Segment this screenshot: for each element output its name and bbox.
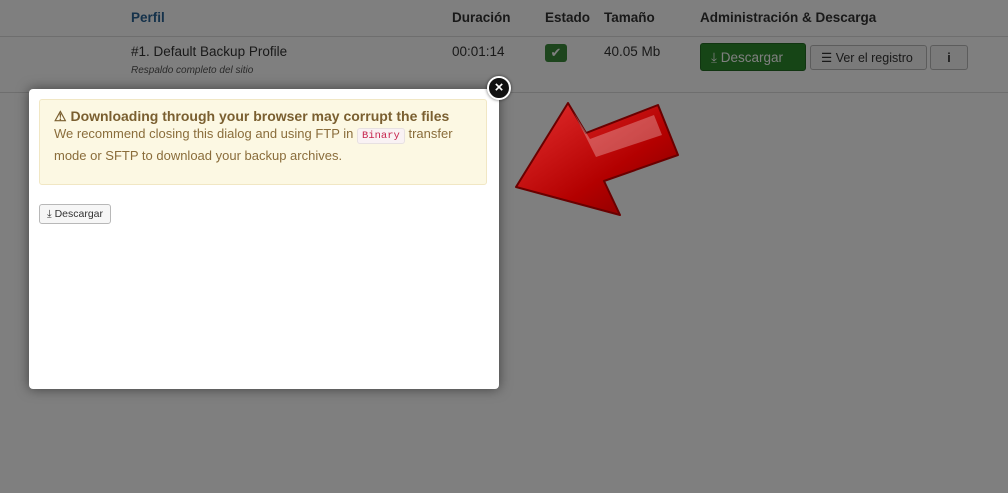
warning-text-before: We recommend closing this dialog and usi… xyxy=(54,126,354,141)
red-arrow-icon xyxy=(515,102,679,216)
warning-alert: ⚠ Downloading through your browser may c… xyxy=(39,99,487,185)
warning-triangle-icon: ⚠ xyxy=(54,108,67,124)
warning-text: We recommend closing this dialog and usi… xyxy=(54,124,472,165)
dialog-download-label: Descargar xyxy=(54,208,104,220)
close-icon[interactable]: × xyxy=(487,76,511,100)
binary-code: Binary xyxy=(357,128,405,144)
warning-title-text: Downloading through your browser may cor… xyxy=(70,108,450,124)
download-dialog: ⚠ Downloading through your browser may c… xyxy=(29,89,499,389)
warning-title: ⚠ Downloading through your browser may c… xyxy=(54,108,472,124)
dialog-download-button[interactable]: ⤓ Descargar xyxy=(39,204,112,224)
download-icon: ⤓ xyxy=(47,208,52,220)
